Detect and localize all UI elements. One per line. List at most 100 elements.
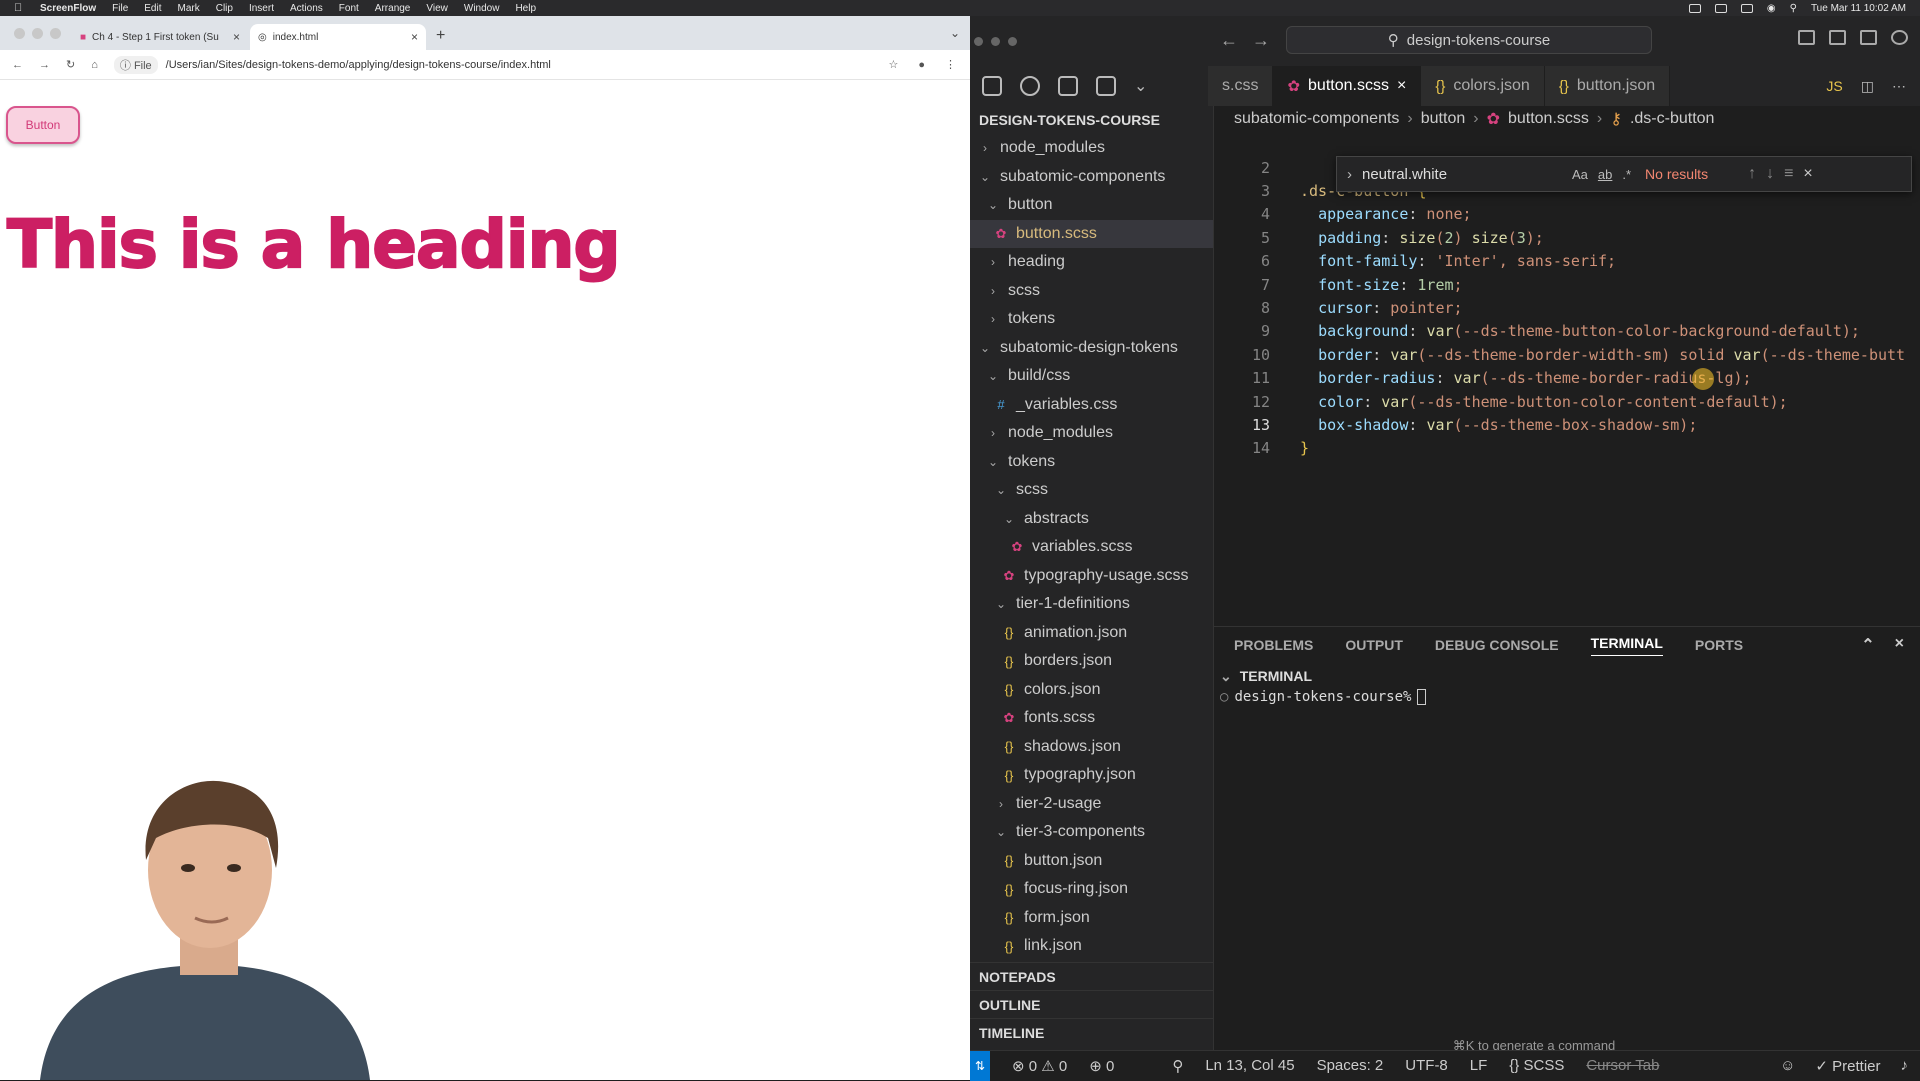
tree-folder[interactable]: ⌄ subatomic-components bbox=[970, 163, 1213, 192]
find-in-selection-icon[interactable]: ≡ bbox=[1784, 165, 1793, 183]
menu-window[interactable]: Window bbox=[464, 3, 500, 14]
language-mode[interactable]: {} SCSS bbox=[1509, 1057, 1564, 1074]
ports-indicator[interactable]: ⊕ 0 bbox=[1089, 1057, 1114, 1075]
tab-debug-console[interactable]: DEBUG CONSOLE bbox=[1435, 637, 1559, 653]
close-window-button[interactable] bbox=[14, 28, 25, 39]
find-input[interactable]: neutral.white bbox=[1362, 166, 1562, 183]
profile-avatar[interactable]: ● bbox=[918, 59, 925, 71]
home-icon[interactable]: ⌂ bbox=[91, 59, 98, 71]
code-line[interactable]: 11 border-radius: var(--ds-theme-border-… bbox=[1214, 367, 1920, 390]
code-line[interactable]: 8 cursor: pointer; bbox=[1214, 296, 1920, 319]
site-info-chip[interactable]: ⓘ File bbox=[113, 55, 158, 74]
tab-output[interactable]: OUTPUT bbox=[1345, 637, 1403, 653]
demo-button[interactable]: Button bbox=[6, 106, 80, 144]
breadcrumb-item[interactable]: .ds-c-button bbox=[1630, 110, 1714, 128]
new-tab-button[interactable]: + bbox=[436, 27, 445, 45]
tree-folder[interactable]: › node_modules bbox=[970, 134, 1213, 163]
source-control-icon[interactable] bbox=[1058, 76, 1078, 96]
tree-folder[interactable]: ⌄ tier-1-definitions bbox=[970, 590, 1213, 619]
tree-file[interactable]: {} shadows.json bbox=[970, 733, 1213, 762]
next-match-icon[interactable]: ↓ bbox=[1766, 165, 1774, 183]
history-nav-icons[interactable]: ←→ bbox=[1220, 30, 1284, 51]
copilot-icon[interactable]: ☺ bbox=[1780, 1057, 1795, 1074]
menubar-datetime[interactable]: Tue Mar 11 10:02 AM bbox=[1811, 3, 1906, 14]
tree-file[interactable]: ✿ fonts.scss bbox=[970, 704, 1213, 733]
code-line[interactable]: 10 border: var(--ds-theme-border-width-s… bbox=[1214, 343, 1920, 366]
code-line[interactable]: 13 box-shadow: var(--ds-theme-box-shadow… bbox=[1214, 413, 1920, 436]
terminal-header[interactable]: ⌄ TERMINAL bbox=[1214, 663, 1920, 689]
tree-folder[interactable]: ⌄ build/css bbox=[970, 362, 1213, 391]
section-notepads[interactable]: NOTEPADS bbox=[970, 962, 1213, 990]
screen-record-icon[interactable] bbox=[1688, 3, 1701, 13]
tree-file[interactable]: {} focus-ring.json bbox=[970, 875, 1213, 904]
menu-clip[interactable]: Clip bbox=[216, 3, 233, 14]
end-of-line[interactable]: LF bbox=[1470, 1057, 1488, 1074]
tree-file[interactable]: ✿ variables.scss bbox=[970, 533, 1213, 562]
regex-toggle[interactable]: .* bbox=[1622, 167, 1631, 182]
cursor-tab-status[interactable]: Cursor Tab bbox=[1586, 1057, 1659, 1074]
search-icon[interactable]: ⚲ bbox=[1790, 3, 1797, 14]
tree-folder[interactable]: ⌄ subatomic-design-tokens bbox=[970, 334, 1213, 363]
battery-icon[interactable] bbox=[1740, 3, 1753, 13]
forward-icon[interactable]: → bbox=[39, 59, 50, 71]
tree-folder[interactable]: ⌄ scss bbox=[970, 476, 1213, 505]
tab-search-chevron-icon[interactable]: ⌄ bbox=[950, 26, 960, 40]
code-lines[interactable]: 23.ds-c-button {4 appearance: none;5 pad… bbox=[1214, 156, 1920, 460]
tree-folder[interactable]: › node_modules bbox=[970, 419, 1213, 448]
tree-folder[interactable]: ⌄ button bbox=[970, 191, 1213, 220]
toggle-replace-chevron-icon[interactable]: › bbox=[1347, 166, 1352, 183]
editor-tab[interactable]: {} colors.json bbox=[1421, 66, 1545, 106]
tree-file[interactable]: {} form.json bbox=[970, 904, 1213, 933]
minimize-window-button[interactable] bbox=[32, 28, 43, 39]
close-panel-icon[interactable]: × bbox=[1895, 635, 1904, 655]
prettier-status[interactable]: ✓ Prettier bbox=[1815, 1057, 1880, 1075]
tree-folder[interactable]: › tokens bbox=[970, 305, 1213, 334]
bookmark-star-icon[interactable]: ☆ bbox=[888, 58, 898, 71]
chevron-down-icon[interactable]: ⌄ bbox=[1134, 76, 1154, 96]
match-case-toggle[interactable]: Aa bbox=[1572, 167, 1588, 182]
zoom-window-button[interactable] bbox=[1008, 36, 1017, 46]
reload-icon[interactable]: ↻ bbox=[66, 58, 75, 71]
tree-folder[interactable]: › scss bbox=[970, 277, 1213, 306]
back-icon[interactable]: ← bbox=[12, 59, 23, 71]
terminal-prompt[interactable]: ○ design-tokens-course% bbox=[1214, 689, 1920, 705]
split-editor-icon[interactable]: ◫ bbox=[1861, 78, 1874, 95]
zoom-window-button[interactable] bbox=[50, 28, 61, 39]
tree-file[interactable]: {} borders.json bbox=[970, 647, 1213, 676]
breadcrumb-item[interactable]: button bbox=[1421, 110, 1465, 128]
menu-help[interactable]: Help bbox=[515, 3, 536, 14]
menu-view[interactable]: View bbox=[426, 3, 448, 14]
editor-tab[interactable]: s.css bbox=[1208, 66, 1274, 106]
extensions-icon[interactable] bbox=[1096, 76, 1116, 96]
tree-folder[interactable]: › tier-2-usage bbox=[970, 790, 1213, 819]
menu-file[interactable]: File bbox=[112, 3, 128, 14]
toggle-secondary-sidebar-icon[interactable] bbox=[1860, 30, 1877, 45]
close-find-icon[interactable]: × bbox=[1803, 165, 1812, 183]
tree-folder[interactable]: ⌄ tier-3-components bbox=[970, 818, 1213, 847]
tree-file[interactable]: {} link.json bbox=[970, 932, 1213, 961]
close-tab-icon[interactable]: × bbox=[233, 30, 240, 44]
code-line[interactable]: 9 background: var(--ds-theme-button-colo… bbox=[1214, 320, 1920, 343]
files-icon[interactable] bbox=[982, 76, 1002, 96]
section-timeline[interactable]: TIMELINE bbox=[970, 1018, 1213, 1046]
cursor-position[interactable]: Ln 13, Col 45 bbox=[1205, 1057, 1294, 1074]
menu-font[interactable]: Font bbox=[339, 3, 359, 14]
remote-indicator-icon[interactable]: ⇅ bbox=[970, 1050, 990, 1081]
wifi-icon[interactable]: ◉ bbox=[1767, 3, 1776, 14]
tree-folder[interactable]: ⌄ abstracts bbox=[970, 505, 1213, 534]
explorer-title[interactable]: DESIGN-TOKENS-COURSE bbox=[970, 106, 1213, 134]
menu-edit[interactable]: Edit bbox=[144, 3, 161, 14]
breadcrumb-item[interactable]: subatomic-components bbox=[1234, 110, 1399, 128]
close-window-button[interactable] bbox=[974, 36, 983, 46]
match-whole-word-toggle[interactable]: ab bbox=[1598, 167, 1612, 182]
menu-arrange[interactable]: Arrange bbox=[375, 3, 411, 14]
menu-actions[interactable]: Actions bbox=[290, 3, 323, 14]
maximize-panel-icon[interactable]: ⌃ bbox=[1861, 635, 1874, 655]
gear-icon[interactable] bbox=[1891, 30, 1908, 45]
zoom-icon[interactable]: ⚲ bbox=[1172, 1057, 1183, 1075]
code-area[interactable]: subatomic-components › button › ✿ button… bbox=[1214, 106, 1920, 626]
code-line[interactable]: 6 font-family: 'Inter', sans-serif; bbox=[1214, 250, 1920, 273]
tree-file[interactable]: {} typography.json bbox=[970, 761, 1213, 790]
menu-mark[interactable]: Mark bbox=[178, 3, 200, 14]
browser-menu-icon[interactable]: ⋮ bbox=[945, 58, 956, 71]
